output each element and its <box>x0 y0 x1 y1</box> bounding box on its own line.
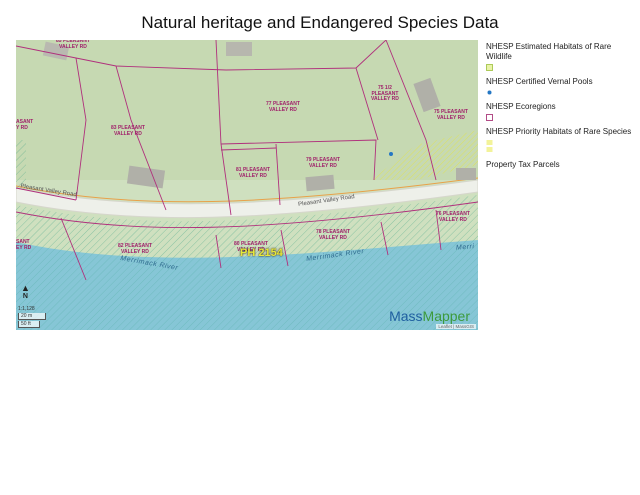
parcel-label-75: 75 PLEASANT VALLEY RD <box>434 109 468 121</box>
north-arrow-icon: ▲ <box>21 283 30 293</box>
building <box>305 174 335 192</box>
map-view[interactable]: 85 PLEASANT VALLEY RD 83 PLEASANT VALLEY… <box>16 40 478 330</box>
scale-bar: 1:1,128 20 m 50 ft <box>18 306 46 328</box>
parcel-label-82: 82 PLEASANT VALLEY RD <box>118 243 152 255</box>
scale-ratio: 1:1,128 <box>18 306 35 312</box>
priority-habitat-label: PH 2154 <box>240 247 283 259</box>
brand-part-2: Mapper <box>422 308 470 324</box>
parcel-label-81: 81 PLEASANT VALLEY RD <box>236 167 270 179</box>
north-arrow: ▲ N <box>21 283 30 301</box>
legend-label: Property Tax Parcels <box>486 160 560 169</box>
parcel-label-79: 79 PLEASANT VALLEY RD <box>306 157 340 169</box>
parcel-label-83: 83 PLEASANT VALLEY RD <box>111 125 145 137</box>
legend-estimated-habitats: NHESP Estimated Habitats of Rare Wildlif… <box>486 42 636 72</box>
parcel-label-85: 85 PLEASANT VALLEY RD <box>56 40 90 50</box>
parcel-label-76: 76 PLEASANT VALLEY RD <box>436 211 470 223</box>
scale-meters: 20 m <box>18 313 46 320</box>
legend-ecoregions: NHESP Ecoregions <box>486 102 636 122</box>
map-attribution[interactable]: Leaflet | MassGIS <box>436 324 476 329</box>
parcel-label-77: 77 PLEASANT VALLEY RD <box>266 101 300 113</box>
brand-part-1: Mass <box>389 308 423 324</box>
parcel-label-75-half: 75 1/2 PLEASANT VALLEY RD <box>371 85 399 102</box>
parcel-label-left-2: SANT EY RD <box>16 239 32 251</box>
ecoregion-swatch-icon <box>486 114 493 121</box>
legend-label: NHESP Priority Habitats of Rare Species <box>486 127 632 136</box>
parcel-label-left-1: ASANT Y RD <box>16 119 34 131</box>
parcel-label-78: 78 PLEASANT VALLEY RD <box>316 229 350 241</box>
legend-vernal-pools: NHESP Certified Vernal Pools <box>486 77 636 97</box>
vernal-pool-dot-icon <box>487 90 492 95</box>
building <box>456 168 476 180</box>
legend-label: NHESP Certified Vernal Pools <box>486 77 593 86</box>
north-label: N <box>22 293 28 300</box>
scale-feet: 50 ft <box>18 321 40 328</box>
map-legend: NHESP Estimated Habitats of Rare Wildlif… <box>486 42 636 175</box>
priority-habitat-swatch-icon <box>486 140 493 152</box>
left-habitat-strip <box>16 140 26 190</box>
massmapper-logo: MassMapper <box>389 308 470 324</box>
legend-priority-habitats: NHESP Priority Habitats of Rare Species <box>486 127 636 155</box>
legend-tax-parcels: Property Tax Parcels <box>486 160 636 170</box>
vernal-pool-marker <box>389 152 393 156</box>
building <box>226 42 252 56</box>
legend-label: NHESP Ecoregions <box>486 102 556 111</box>
map-canvas[interactable] <box>16 40 478 330</box>
page-title: Natural heritage and Endangered Species … <box>141 13 499 32</box>
estimated-habitat-swatch-icon <box>486 64 493 71</box>
legend-label: NHESP Estimated Habitats of Rare Wildlif… <box>486 42 612 61</box>
